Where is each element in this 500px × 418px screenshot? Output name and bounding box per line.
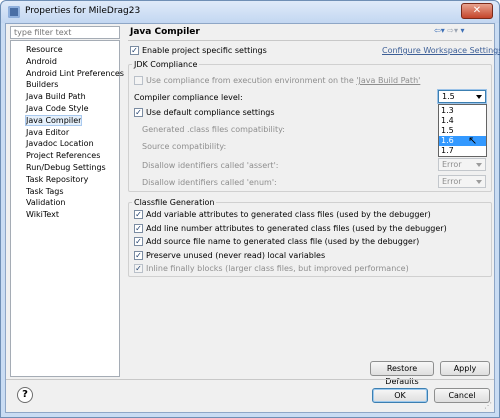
mouse-cursor-icon: ↖ xyxy=(468,134,478,147)
compliance-option[interactable]: 1.4 xyxy=(439,116,486,126)
back-arrow-icon[interactable]: ⇦ xyxy=(434,26,441,35)
tree-item[interactable]: Run/Debug Settings xyxy=(26,163,106,172)
footer-divider xyxy=(6,379,494,380)
use-defaults-label: Use default compliance settings xyxy=(146,108,275,117)
classfile-option-checkbox[interactable]: ✓ xyxy=(134,264,143,273)
tree-item[interactable]: Builders xyxy=(26,80,58,89)
filter-input[interactable] xyxy=(10,26,120,39)
cancel-button[interactable]: Cancel xyxy=(434,388,490,403)
header-divider xyxy=(128,40,492,41)
page-nav: ⇦▾ ⇨▾ ▾ xyxy=(434,26,465,35)
tree-item[interactable]: Java Build Path xyxy=(26,92,86,101)
use-env-text: Use compliance from execution environmen… xyxy=(146,76,357,85)
properties-dialog: Properties for MileDrag23 ✕ Resource Andr… xyxy=(0,0,500,418)
close-button[interactable]: ✕ xyxy=(461,3,493,19)
apply-button[interactable]: Apply xyxy=(440,361,490,376)
classfile-option-checkbox[interactable]: ✓ xyxy=(134,237,143,246)
classfile-option-label: Add source file name to generated class … xyxy=(146,237,420,246)
tree-item[interactable]: Android xyxy=(26,57,57,66)
classfile-option-label: Preserve unused (never read) local varia… xyxy=(146,250,326,260)
disallow-assert-value: Error xyxy=(442,160,462,169)
page-title: Java Compiler xyxy=(130,27,200,37)
compliance-option[interactable]: 1.3 xyxy=(439,106,486,116)
enable-specific-checkbox[interactable]: ✓ xyxy=(130,46,139,55)
tree-item[interactable]: Task Tags xyxy=(26,187,64,196)
use-env-checkbox[interactable] xyxy=(134,76,143,85)
tree-item[interactable]: Java Code Style xyxy=(26,104,89,113)
tree-item[interactable]: Javadoc Location xyxy=(26,139,94,148)
compliance-level-label: Compiler compliance level: xyxy=(134,93,243,102)
classfile-option-checkbox[interactable]: ✓ xyxy=(134,210,143,219)
use-env-label: Use compliance from execution environmen… xyxy=(146,76,420,85)
classfile-option-label: Inline finally blocks (larger class file… xyxy=(146,264,409,273)
forward-arrow-icon[interactable]: ⇨ xyxy=(447,26,454,35)
back-menu-icon[interactable]: ▾ xyxy=(441,26,445,35)
java-build-path-link[interactable]: 'Java Build Path' xyxy=(356,76,420,85)
source-compat-label: Source compatibility: xyxy=(142,142,227,151)
tree-item[interactable]: Project References xyxy=(26,151,100,160)
title-bar[interactable]: Properties for MileDrag23 ✕ xyxy=(1,1,499,23)
compliance-level-select[interactable]: 1.5 xyxy=(438,90,486,103)
property-page-tree: Resource Android Android Lint Preferences B… xyxy=(10,40,124,377)
classfile-title: Classfile Generation xyxy=(132,198,217,207)
tree-item[interactable]: Android Lint Preferences xyxy=(26,69,124,78)
forward-menu-icon[interactable]: ▾ xyxy=(454,26,458,35)
resize-grip-icon[interactable]: ⋰ xyxy=(484,401,492,410)
chevron-down-icon xyxy=(476,95,482,99)
chevron-down-icon xyxy=(476,180,482,184)
help-icon[interactable]: ? xyxy=(17,387,33,403)
disallow-enum-select[interactable]: Error xyxy=(438,175,486,188)
compliance-option[interactable]: 1.6 xyxy=(439,136,486,146)
jdk-compliance-title: JDK Compliance xyxy=(132,60,200,69)
generated-compat-label: Generated .class files compatibility: xyxy=(142,125,285,134)
compliance-option[interactable]: 1.7 xyxy=(439,146,486,156)
chevron-down-icon xyxy=(476,163,482,167)
use-defaults-checkbox[interactable]: ✓ xyxy=(134,108,143,117)
disallow-assert-select[interactable]: Error xyxy=(438,158,486,171)
tree-item[interactable]: Validation xyxy=(26,198,66,207)
disallow-enum-value: Error xyxy=(442,177,462,186)
tree-item[interactable]: Resource xyxy=(26,45,63,54)
compliance-dropdown-list: 1.3 1.4 1.5 1.6 1.7 xyxy=(438,104,487,157)
tree-item[interactable]: Java Editor xyxy=(26,128,69,137)
classfile-option-label: Add variable attributes to generated cla… xyxy=(146,210,431,219)
compliance-level-value: 1.5 xyxy=(442,92,455,101)
dialog-body: Resource Android Android Lint Preferences B… xyxy=(5,23,500,413)
eclipse-icon xyxy=(8,6,20,18)
disallow-enum-label: Disallow identifiers called 'enum': xyxy=(142,178,277,187)
classfile-option-label: Add line number attributes to generated … xyxy=(146,223,447,233)
view-menu-icon[interactable]: ▾ xyxy=(461,26,465,35)
tree-item[interactable]: WikiText xyxy=(26,210,59,219)
classfile-option-checkbox[interactable]: ✓ xyxy=(134,223,143,233)
restore-defaults-button[interactable]: Restore Defaults xyxy=(370,361,434,386)
classfile-option-checkbox[interactable]: ✓ xyxy=(134,250,143,260)
tree-item[interactable]: Java Compiler xyxy=(24,114,83,126)
tree-item[interactable]: Task Repository xyxy=(26,175,88,184)
ok-button[interactable]: OK xyxy=(372,388,428,403)
enable-specific-label: Enable project specific settings xyxy=(142,46,267,55)
window-title: Properties for MileDrag23 xyxy=(25,6,141,16)
compliance-option[interactable]: 1.5 xyxy=(439,126,486,136)
configure-workspace-link[interactable]: Configure Workspace Settings... xyxy=(382,46,500,55)
disallow-assert-label: Disallow identifiers called 'assert': xyxy=(142,161,279,170)
